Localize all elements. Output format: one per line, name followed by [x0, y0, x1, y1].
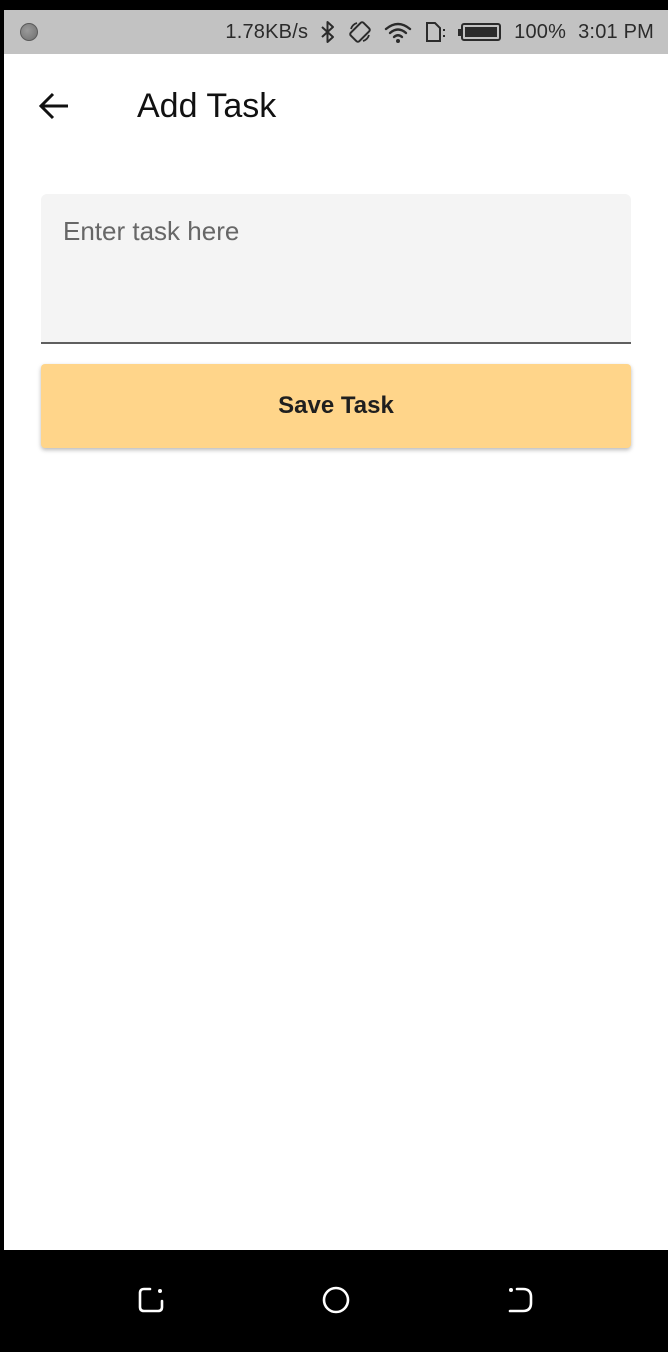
- task-input[interactable]: [63, 216, 609, 316]
- back-button[interactable]: [30, 82, 78, 130]
- status-indicators: 1.78KB/s 100% 3:01 PM: [225, 10, 654, 54]
- device-frame: 1.78KB/s 100% 3:01 PM Add Task Enter tas…: [0, 0, 668, 1352]
- battery-icon: [458, 20, 502, 44]
- recents-button[interactable]: [127, 1276, 175, 1324]
- save-task-button[interactable]: Save Task: [41, 364, 631, 448]
- recents-icon: [138, 1287, 164, 1313]
- rotation-lock-icon: [348, 20, 372, 44]
- system-back-button[interactable]: [496, 1276, 544, 1324]
- network-speed: 1.78KB/s: [225, 20, 309, 43]
- arrow-left-icon: [38, 92, 68, 120]
- navigation-bar: [0, 1250, 668, 1352]
- task-input-container: [41, 194, 631, 344]
- notification-dot-icon: [20, 23, 38, 41]
- wifi-icon: [384, 20, 412, 44]
- app-screen: 1.78KB/s 100% 3:01 PM Add Task Enter tas…: [4, 10, 668, 1250]
- bluetooth-icon: [320, 20, 336, 44]
- sim-icon: [424, 20, 446, 44]
- back-icon: [508, 1287, 533, 1313]
- battery-level: 100%: [514, 20, 567, 43]
- clock: 3:01 PM: [578, 20, 654, 43]
- page-title: Add Task: [137, 87, 277, 125]
- home-button[interactable]: [312, 1276, 360, 1324]
- home-icon: [322, 1286, 350, 1314]
- status-bar: 1.78KB/s 100% 3:01 PM: [4, 10, 668, 54]
- app-bar: Add Task: [4, 54, 668, 158]
